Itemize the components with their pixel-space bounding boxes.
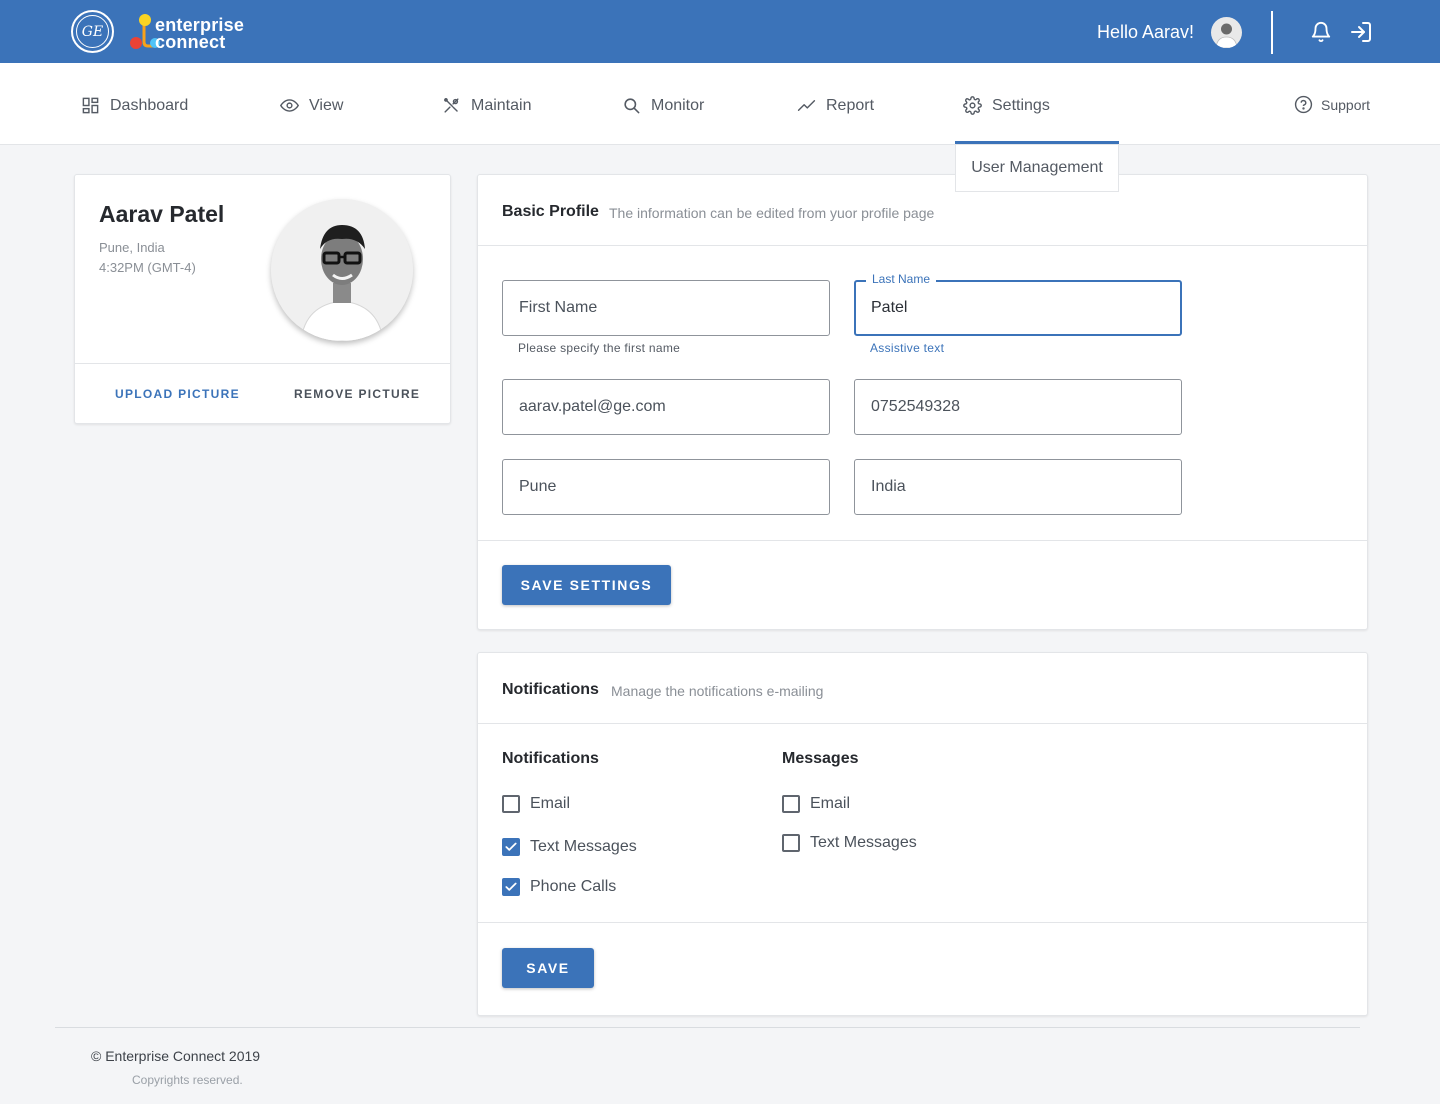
submenu-user-management[interactable]: User Management [955,145,1119,192]
notifications-card: Notifications Manage the notifications e… [477,652,1368,1016]
ge-logo-icon[interactable]: GE [71,10,114,53]
save-notifications-button[interactable]: SAVE [502,948,594,988]
checkbox-box [782,834,800,852]
greeting: Hello Aarav! [1097,22,1195,42]
country-field[interactable]: India [854,459,1182,515]
tools-icon [444,98,459,113]
nav-item-monitor[interactable]: Monitor [622,96,704,115]
first-name-field[interactable]: First Name [502,280,830,336]
nav-item-view[interactable]: View [280,96,343,115]
profile-card: Aarav Patel Pune, India 4:32PM (GMT-4) U… [74,174,451,424]
nav-label: Report [826,96,875,114]
nav-item-dashboard[interactable]: Dashboard [81,96,188,115]
messages-column-title: Messages [782,750,859,767]
profile-photo [271,199,413,341]
last-name-helper: Assistive text [870,341,945,355]
brand-text-connect: connect [155,32,226,52]
main-nav: Dashboard View Maintain Monitor Report S… [0,63,1440,145]
section-divider [478,723,1367,724]
profile-time: 4:32PM (GMT-4) [99,260,196,275]
last-name-field[interactable]: Last Name Patel [854,272,1182,336]
phone-field[interactable]: 0752549328 [854,379,1182,435]
section-divider [478,245,1367,246]
city-field[interactable]: Pune [502,459,830,515]
notifications-subtitle: Manage the notifications e-mailing [611,683,824,699]
ge-mark: GE [76,15,109,48]
logout-icon[interactable] [1349,20,1373,44]
help-circle-icon [1294,95,1313,114]
checkbox-box [502,795,520,813]
profile-location: Pune, India [99,240,165,255]
checkbox-label: Phone Calls [530,878,617,895]
upload-picture-button[interactable]: UPLOAD PICTURE [115,387,240,401]
checkbox-label: Text Messages [810,834,917,851]
top-bar: GE enterprise connect Hello Aarav! [0,0,1440,63]
checkbox-box [502,838,520,856]
nav-item-settings[interactable]: Settings [963,96,1050,115]
eye-icon [280,99,299,112]
search-icon [624,98,640,114]
checkbox-label: Email [530,795,571,812]
section-divider [478,922,1367,923]
avatar[interactable] [1211,17,1242,48]
nav-item-support[interactable]: Support [1294,95,1370,114]
basic-profile-title: Basic Profile [502,203,599,220]
notif-phone-calls-checkbox[interactable]: Phone Calls [502,878,616,896]
notifications-title: Notifications [502,681,599,698]
notif-email-checkbox[interactable]: Email [502,795,570,813]
email-field[interactable]: aarav.patel@ge.com [502,379,830,435]
nav-label: Settings [992,96,1050,114]
last-name-label: Last Name [866,272,937,286]
msg-email-checkbox[interactable]: Email [782,795,850,813]
notifications-column-title: Notifications [502,750,599,767]
footer-divider [55,1027,1360,1028]
notif-text-messages-checkbox[interactable]: Text Messages [502,838,637,856]
nav-label: Support [1321,96,1371,113]
avatar-person-icon [1215,23,1238,48]
gear-icon [963,96,982,115]
profile-divider [75,363,450,364]
checkbox-box [502,878,520,896]
nav-item-maintain[interactable]: Maintain [442,96,531,115]
msg-text-messages-checkbox[interactable]: Text Messages [782,834,917,852]
first-name-helper: Please specify the first name [518,341,681,355]
profile-person-icon [271,199,413,341]
nav-active-indicator [955,141,1119,144]
nav-label: Dashboard [110,96,189,114]
remove-picture-button[interactable]: REMOVE PICTURE [294,387,420,401]
save-settings-button[interactable]: SAVE SETTINGS [502,565,671,605]
check-icon [505,842,517,851]
section-divider [478,540,1367,541]
basic-profile-subtitle: The information can be edited from yuor … [609,205,935,221]
nav-label: View [309,96,344,114]
dashboard-grid-icon [82,97,99,114]
footer-copyright: © Enterprise Connect 2019 [91,1048,261,1064]
last-name-value: Patel [871,299,908,316]
nav-label: Maintain [471,96,532,114]
trend-line-icon [797,100,816,111]
nav-label: Monitor [651,96,705,114]
footer-reserved: Copyrights reserved. [132,1073,243,1087]
check-icon [505,882,517,891]
header-divider [1271,11,1273,54]
checkbox-label: Text Messages [530,838,637,855]
checkbox-box [782,795,800,813]
basic-profile-card: Basic Profile The information can be edi… [477,174,1368,630]
bell-icon[interactable] [1310,21,1332,43]
nav-item-report[interactable]: Report [797,96,874,115]
checkbox-label: Email [810,795,851,812]
profile-name: Aarav Patel [99,201,225,227]
